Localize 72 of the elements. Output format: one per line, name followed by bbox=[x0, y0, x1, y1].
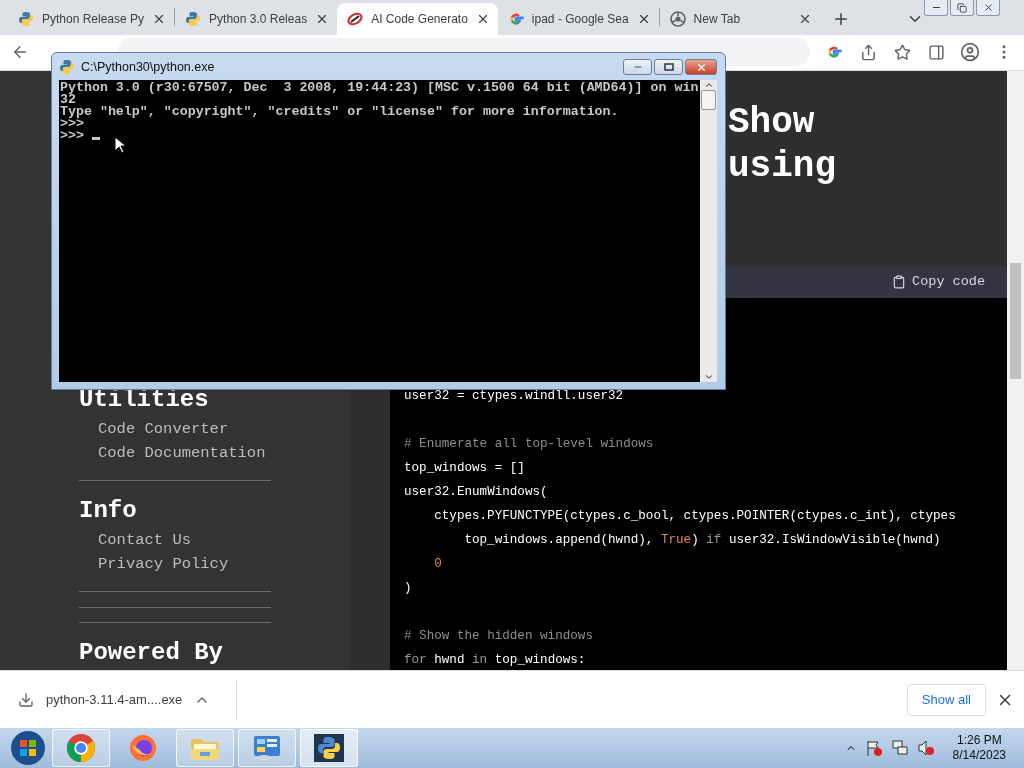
close-button[interactable] bbox=[685, 59, 717, 75]
code-line: top_windows.append(hwnd), True) if user32.IsWindowVisible(hwnd) bbox=[464, 531, 941, 549]
code-line: ctypes.PYFUNCTYPE(ctypes.c_bool, ctypes.POINTER(ctypes.c_int), ctypes bbox=[434, 507, 956, 525]
copy-code-button[interactable]: Copy code bbox=[892, 274, 985, 290]
scroll-up-icon[interactable] bbox=[703, 80, 714, 90]
minimize-button[interactable] bbox=[623, 59, 652, 75]
browser-tab[interactable]: New Tab bbox=[659, 2, 820, 35]
window-title: C:\Python30\python.exe bbox=[81, 59, 215, 74]
console-line: Type "help", "copyright", "credits" or "license" for more information. bbox=[60, 106, 619, 118]
maximize-button[interactable] bbox=[654, 59, 683, 75]
sidebar-link[interactable]: Code Converter bbox=[79, 416, 229, 441]
firefox-logo-icon bbox=[128, 733, 158, 763]
share-icon[interactable] bbox=[859, 43, 877, 61]
console-line: 32 bbox=[60, 94, 76, 106]
sidebar-link[interactable]: Code Documentation bbox=[79, 440, 266, 465]
download-file-name[interactable]: python-3.11.4-am....exe bbox=[46, 692, 183, 708]
scrollbar-thumb[interactable] bbox=[1010, 262, 1021, 379]
code-line: top_windows = [] bbox=[404, 459, 525, 477]
sidebar-link[interactable]: Contact Us bbox=[79, 528, 191, 553]
code-line: for hwnd in top_windows: bbox=[404, 651, 586, 669]
browser-tab[interactable]: Python 3.0 Releas bbox=[175, 2, 338, 35]
browser-tab[interactable]: ipad - Google Sea bbox=[497, 2, 659, 35]
scroll-down-icon[interactable] bbox=[703, 372, 714, 382]
browser-tab[interactable]: AI Code Generato bbox=[337, 2, 498, 35]
page-title: using bbox=[728, 144, 837, 189]
code-line: user32.EnumWindows( bbox=[404, 483, 548, 501]
scrollbar-thumb[interactable] bbox=[701, 90, 716, 110]
taskbar-app[interactable] bbox=[300, 729, 358, 767]
code-line: 0 bbox=[434, 555, 442, 573]
close-button[interactable] bbox=[976, 0, 1000, 16]
console-line: >>> bbox=[60, 130, 100, 142]
page-title: Show bbox=[728, 100, 815, 145]
chrome-logo-icon bbox=[669, 10, 686, 27]
code-line: user32 = ctypes.windll.user32 bbox=[404, 387, 624, 405]
code-line: # Enumerate all top-level windows bbox=[404, 435, 654, 453]
maximize-icon bbox=[663, 63, 674, 71]
side-panel-icon[interactable] bbox=[927, 43, 945, 61]
chrome-logo-icon bbox=[66, 733, 96, 763]
mouse-pointer-icon bbox=[114, 136, 126, 154]
section-heading: Utilities bbox=[79, 386, 209, 413]
section-heading: Powered By bbox=[79, 640, 224, 667]
page-scrollbar[interactable] bbox=[1007, 70, 1024, 671]
network-icon[interactable] bbox=[890, 739, 909, 757]
browser-tab[interactable]: Python Release Py bbox=[8, 2, 175, 35]
google-g-icon[interactable] bbox=[826, 44, 842, 61]
code-line: # Show the hidden windows bbox=[404, 627, 593, 645]
text-cursor bbox=[91, 137, 100, 140]
download-icon bbox=[18, 691, 34, 708]
python-logo-icon bbox=[312, 732, 346, 764]
close-icon bbox=[695, 61, 707, 73]
start-button-icon[interactable] bbox=[8, 729, 48, 767]
speaker-muted-icon[interactable] bbox=[916, 739, 935, 757]
swoosh-logo-icon bbox=[347, 10, 364, 27]
console-scrollbar[interactable] bbox=[700, 80, 717, 382]
restore-icon bbox=[957, 2, 967, 13]
control-panel-icon bbox=[251, 733, 283, 763]
restore-button[interactable] bbox=[950, 0, 974, 16]
flag-icon[interactable] bbox=[864, 739, 883, 757]
bookmark-star-icon[interactable] bbox=[893, 43, 911, 61]
sidebar-link[interactable]: Privacy Policy bbox=[79, 552, 229, 577]
python-logo-icon bbox=[185, 10, 202, 27]
python-logo-icon bbox=[59, 58, 75, 75]
show-all-button[interactable]: Show all bbox=[906, 683, 986, 716]
console-line: >>> bbox=[60, 118, 84, 130]
profile-icon[interactable] bbox=[960, 41, 980, 64]
close-icon bbox=[982, 2, 994, 13]
clipboard-icon bbox=[892, 274, 907, 289]
python-logo-icon bbox=[18, 10, 34, 27]
console-line: Python 3.0 (r30:67507, Dec 3 2008, 19:44:23) [MSC v.1500 64 bit (AMD64)] on win bbox=[60, 82, 699, 94]
clock[interactable]: 1:26 PM 8/14/2023 bbox=[952, 733, 1006, 763]
section-heading: Info bbox=[79, 498, 137, 525]
code-line: ) bbox=[404, 579, 412, 597]
